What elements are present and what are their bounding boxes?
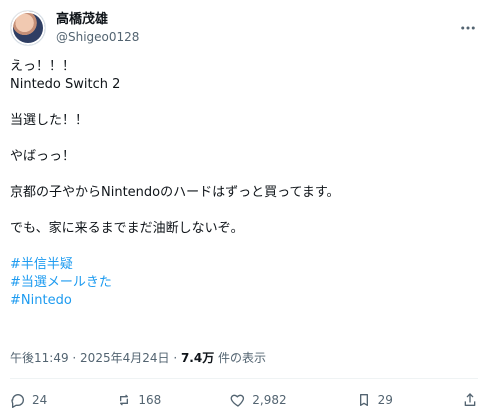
post-header: 高橋茂雄 @Shigeo0128	[10, 8, 478, 48]
heart-icon[interactable]	[230, 392, 246, 408]
meta-separator: ·	[169, 351, 181, 365]
post-date[interactable]: 2025年4月24日	[80, 351, 169, 365]
hashtag-link[interactable]: #半信半疑	[10, 256, 478, 274]
author-handle[interactable]: @Shigeo0128	[56, 30, 139, 44]
like-button[interactable]: 2,982	[230, 392, 287, 408]
post-line: えっ！！！	[10, 59, 76, 74]
author-name[interactable]: 高橋茂雄	[56, 12, 139, 28]
post-line: 当選した！！	[10, 113, 89, 128]
bookmark-icon[interactable]	[356, 392, 372, 408]
reply-icon[interactable]	[10, 392, 26, 408]
divider	[10, 378, 478, 379]
meta-separator: ·	[68, 351, 81, 365]
share-icon[interactable]	[462, 392, 478, 408]
more-horizontal-icon[interactable]	[458, 18, 478, 38]
post-content: えっ！！！ Nintedo Switch 2 当選した！！ やばっっ！ 京都の子…	[10, 58, 478, 310]
reply-button[interactable]: 24	[10, 392, 47, 408]
post-line: Nintedo Switch 2	[10, 77, 121, 92]
avatar[interactable]	[10, 10, 46, 46]
action-bar: 24 168 2,982 29	[10, 390, 478, 410]
bookmark-button[interactable]: 29	[356, 392, 393, 408]
reply-count: 24	[32, 393, 48, 407]
post-line: でも、家に来るまでまだ油断しないぞ。	[10, 221, 244, 236]
author-block[interactable]: 高橋茂雄 @Shigeo0128	[56, 12, 139, 44]
hashtag-link[interactable]: #Nintedo	[10, 292, 478, 310]
like-count: 2,982	[252, 393, 287, 407]
post-card: 高橋茂雄 @Shigeo0128 えっ！！！ Nintedo Switch 2 …	[0, 0, 488, 411]
repost-count: 168	[138, 393, 162, 407]
bookmark-count: 29	[377, 393, 393, 407]
post-line: やばっっ！	[10, 149, 76, 164]
views-count[interactable]: 7.4万	[181, 351, 214, 365]
share-button[interactable]	[462, 392, 478, 408]
post-line: 京都の子やからNintendoのハードはずっと買ってます。	[10, 185, 340, 200]
post-time[interactable]: 午後11:49	[10, 351, 69, 365]
repost-icon[interactable]	[116, 392, 132, 408]
post-meta: 午後11:49 · 2025年4月24日 · 7.4万 件の表示	[10, 349, 266, 366]
views-label[interactable]: 件の表示	[214, 351, 266, 365]
repost-button[interactable]: 168	[116, 392, 161, 408]
hashtag-link[interactable]: #当選メールきた	[10, 274, 478, 292]
